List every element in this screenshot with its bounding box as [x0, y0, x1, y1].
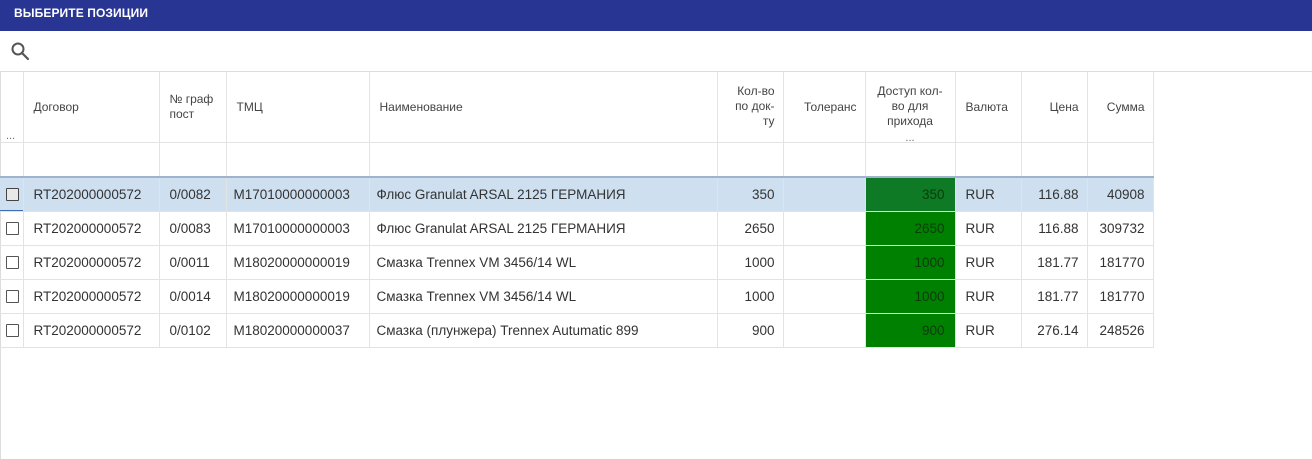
cell-sum: 181770: [1087, 245, 1154, 280]
cell-name: Смазка Trennex VM 3456/14 WL: [369, 245, 718, 280]
select-column-menu[interactable]: ...: [6, 130, 15, 142]
cell-available-qty[interactable]: 1000: [865, 279, 956, 314]
filter-cell-sum[interactable]: [1087, 142, 1154, 178]
column-header-sum[interactable]: Сумма: [1087, 72, 1154, 143]
cell-price: 116.88: [1021, 211, 1088, 246]
search-input[interactable]: [36, 37, 1296, 65]
table-row[interactable]: RT202000000572 0/0014 M18020000000019 См…: [0, 279, 1154, 314]
cell-schedule-line: 0/0083: [159, 211, 227, 246]
cell-price: 116.88: [1021, 177, 1088, 212]
column-header-qty-doc[interactable]: Кол-во по док-ту: [717, 72, 784, 143]
column-header-schedule-line[interactable]: № граф пост: [159, 72, 227, 143]
cell-tmc: M18020000000037: [226, 313, 370, 348]
cell-contract: RT202000000572: [23, 313, 160, 348]
cell-tolerance[interactable]: [783, 245, 866, 280]
cell-qty-doc: 350: [717, 177, 784, 212]
cell-currency: RUR: [955, 245, 1022, 280]
filter-cell-tmc[interactable]: [226, 142, 370, 178]
cell-currency: RUR: [955, 211, 1022, 246]
cell-available-qty[interactable]: 2650: [865, 211, 956, 246]
cell-tolerance[interactable]: [783, 177, 866, 212]
cell-price: 276.14: [1021, 313, 1088, 348]
cell-qty-doc: 900: [717, 313, 784, 348]
filter-row: [0, 142, 1154, 178]
row-checkbox[interactable]: [6, 289, 19, 303]
filter-cell-schedule-line[interactable]: [159, 142, 227, 178]
cell-tolerance[interactable]: [783, 279, 866, 314]
cell-schedule-line: 0/0011: [159, 245, 227, 280]
row-checkbox-cell[interactable]: [0, 245, 24, 280]
cell-name: Флюс Granulat ARSAL 2125 ГЕРМАНИЯ: [369, 211, 718, 246]
cell-price: 181.77: [1021, 279, 1088, 314]
cell-schedule-line: 0/0082: [159, 177, 227, 212]
cell-schedule-line: 0/0102: [159, 313, 227, 348]
filter-cell-name[interactable]: [369, 142, 718, 178]
table-row[interactable]: RT202000000572 0/0011 M18020000000019 См…: [0, 245, 1154, 280]
cell-currency: RUR: [955, 279, 1022, 314]
positions-table: ... Договор № граф пост ТМЦ Наименование…: [0, 72, 1154, 348]
filter-cell-available-qty[interactable]: [865, 142, 956, 178]
cell-tmc: M17010000000003: [226, 177, 370, 212]
row-checkbox[interactable]: [6, 323, 19, 337]
table-row[interactable]: RT202000000572 0/0083 M17010000000003 Фл…: [0, 211, 1154, 246]
cell-sum: 309732: [1087, 211, 1154, 246]
cell-sum: 181770: [1087, 279, 1154, 314]
cell-currency: RUR: [955, 313, 1022, 348]
cell-name: Смазка Trennex VM 3456/14 WL: [369, 279, 718, 314]
dialog-title: ВЫБЕРИТЕ ПОЗИЦИИ: [14, 6, 149, 20]
column-header-tmc[interactable]: ТМЦ: [226, 72, 370, 143]
cell-qty-doc: 1000: [717, 245, 784, 280]
row-checkbox[interactable]: [6, 221, 19, 235]
cell-contract: RT202000000572: [23, 211, 160, 246]
cell-qty-doc: 1000: [717, 279, 784, 314]
column-header-price[interactable]: Цена: [1021, 72, 1088, 143]
table-row[interactable]: RT202000000572 0/0102 M18020000000037 См…: [0, 313, 1154, 348]
cell-tolerance[interactable]: [783, 211, 866, 246]
table-row[interactable]: RT202000000572 0/0082 M17010000000003 Фл…: [0, 177, 1154, 212]
search-icon[interactable]: [10, 41, 30, 61]
row-checkbox-cell[interactable]: [0, 177, 24, 212]
column-header-available-qty-label: Доступ кол-во для прихода: [877, 84, 943, 129]
header-row: ... Договор № граф пост ТМЦ Наименование…: [0, 72, 1154, 143]
cell-available-qty[interactable]: 900: [865, 313, 956, 348]
cell-tmc: M18020000000019: [226, 279, 370, 314]
cell-contract: RT202000000572: [23, 177, 160, 212]
cell-contract: RT202000000572: [23, 279, 160, 314]
row-checkbox[interactable]: [6, 188, 19, 201]
cell-available-qty[interactable]: 1000: [865, 245, 956, 280]
cell-price: 181.77: [1021, 245, 1088, 280]
cell-name: Флюс Granulat ARSAL 2125 ГЕРМАНИЯ: [369, 177, 718, 212]
cell-sum: 40908: [1087, 177, 1154, 212]
column-header-name[interactable]: Наименование: [369, 72, 718, 143]
filter-cell-currency[interactable]: [955, 142, 1022, 178]
cell-available-qty[interactable]: 350: [865, 177, 956, 212]
row-checkbox-cell[interactable]: [0, 279, 24, 314]
filter-cell-contract[interactable]: [23, 142, 160, 178]
column-header-contract[interactable]: Договор: [23, 72, 160, 143]
column-header-tolerance[interactable]: Толеранс: [783, 72, 866, 143]
cell-tmc: M17010000000003: [226, 211, 370, 246]
column-header-available-qty[interactable]: Доступ кол-во для прихода...: [865, 72, 956, 143]
column-header-currency[interactable]: Валюта: [955, 72, 1022, 143]
row-checkbox[interactable]: [6, 255, 19, 269]
filter-cell-qty-doc[interactable]: [717, 142, 784, 178]
search-bar: [0, 31, 1312, 72]
cell-sum: 248526: [1087, 313, 1154, 348]
cell-schedule-line: 0/0014: [159, 279, 227, 314]
row-checkbox-cell[interactable]: [0, 211, 24, 246]
filter-cell-tolerance[interactable]: [783, 142, 866, 178]
cell-qty-doc: 2650: [717, 211, 784, 246]
cell-currency: RUR: [955, 177, 1022, 212]
cell-tmc: M18020000000019: [226, 245, 370, 280]
cell-name: Смазка (плунжера) Trennex Autumatic 899: [369, 313, 718, 348]
row-checkbox-cell[interactable]: [0, 313, 24, 348]
cell-contract: RT202000000572: [23, 245, 160, 280]
filter-cell-price[interactable]: [1021, 142, 1088, 178]
cell-tolerance[interactable]: [783, 313, 866, 348]
column-menu-select[interactable]: ...: [0, 72, 24, 143]
filter-cell-select: [0, 142, 24, 178]
available-column-menu[interactable]: ...: [866, 132, 955, 141]
dialog-titlebar: ВЫБЕРИТЕ ПОЗИЦИИ: [0, 0, 1312, 31]
